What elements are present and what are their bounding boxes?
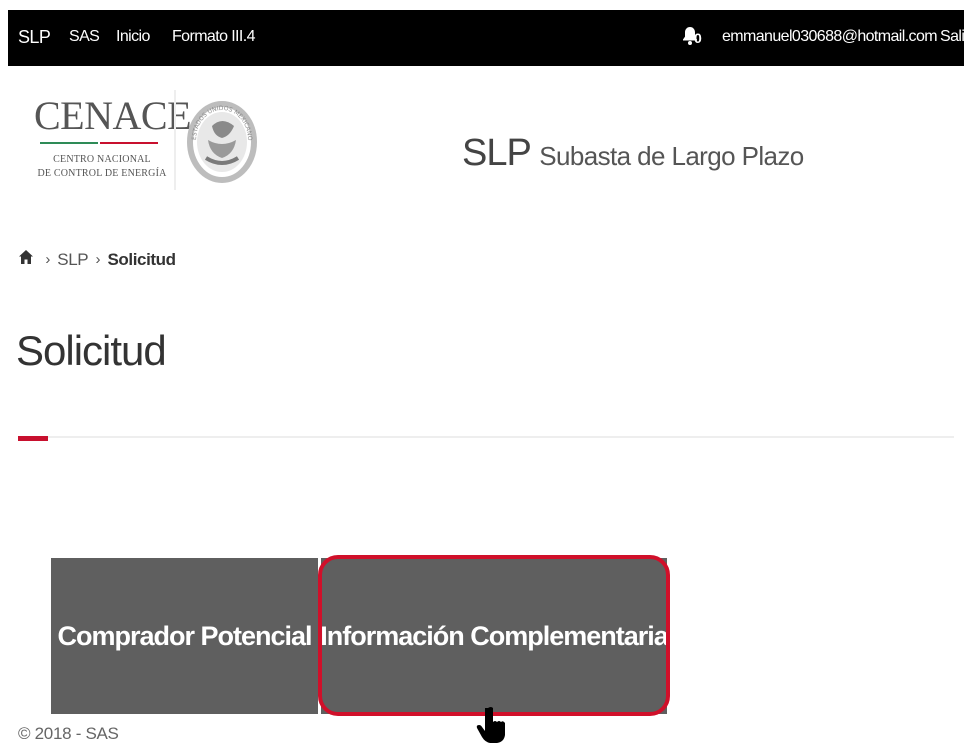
app-abbr: SLP bbox=[462, 132, 532, 174]
nav-link-formato[interactable]: Formato III.4 bbox=[172, 27, 256, 47]
mexico-seal-logo: ESTADOS UNIDOS MEXICANOS bbox=[186, 88, 257, 183]
logo-line1: CENTRO NACIONAL bbox=[53, 154, 151, 165]
top-navbar: SLP SAS Inicio Formato III.4 0 emmanuel0… bbox=[8, 10, 964, 66]
tile-label: Información Complementaria bbox=[320, 620, 669, 651]
app-fullname: Subasta de Largo Plazo bbox=[539, 141, 804, 171]
tile-label: Comprador Potencial bbox=[57, 620, 312, 651]
logo-red-stripe bbox=[100, 142, 158, 144]
navbar-brand[interactable]: SLP bbox=[18, 27, 51, 47]
tile-comprador-potencial[interactable]: Comprador Potencial bbox=[51, 558, 318, 714]
breadcrumb: › SLP › Solicitud bbox=[18, 249, 176, 273]
breadcrumb-separator: › bbox=[45, 251, 50, 269]
title-accent-bar bbox=[18, 436, 48, 441]
cenace-logo: CENACE CENTRO NACIONAL DE CONTROL DE ENE… bbox=[28, 94, 192, 190]
breadcrumb-separator: › bbox=[95, 251, 101, 269]
logo-divider bbox=[174, 90, 176, 190]
title-divider bbox=[18, 436, 954, 438]
notification-count: 0 bbox=[694, 30, 702, 46]
hand-cursor-icon bbox=[476, 707, 505, 743]
logo-green-stripe bbox=[40, 142, 98, 144]
user-email-link[interactable]: emmanuel030688@hotmail.com bbox=[722, 27, 938, 47]
home-icon[interactable] bbox=[18, 249, 34, 265]
page: SLP SAS Inicio Formato III.4 0 emmanuel0… bbox=[0, 0, 964, 744]
tile-informacion-complementaria[interactable]: Información Complementaria bbox=[320, 558, 669, 714]
page-title: Solicitud bbox=[16, 327, 167, 374]
breadcrumb-slp[interactable]: SLP bbox=[57, 250, 88, 270]
logo-line2: DE CONTROL DE ENERGÍA bbox=[37, 168, 167, 179]
nav-link-inicio[interactable]: Inicio bbox=[116, 27, 150, 47]
breadcrumb-home[interactable] bbox=[18, 249, 38, 270]
app-title: SLP Subasta de Largo Plazo bbox=[462, 132, 804, 175]
nav-link-sas[interactable]: SAS bbox=[69, 27, 100, 47]
logout-link[interactable]: Salir bbox=[940, 27, 964, 47]
logo-wordmark: CENACE bbox=[34, 93, 192, 138]
footer-copyright: © 2018 - SAS bbox=[18, 724, 119, 743]
breadcrumb-current: Solicitud bbox=[107, 249, 176, 269]
